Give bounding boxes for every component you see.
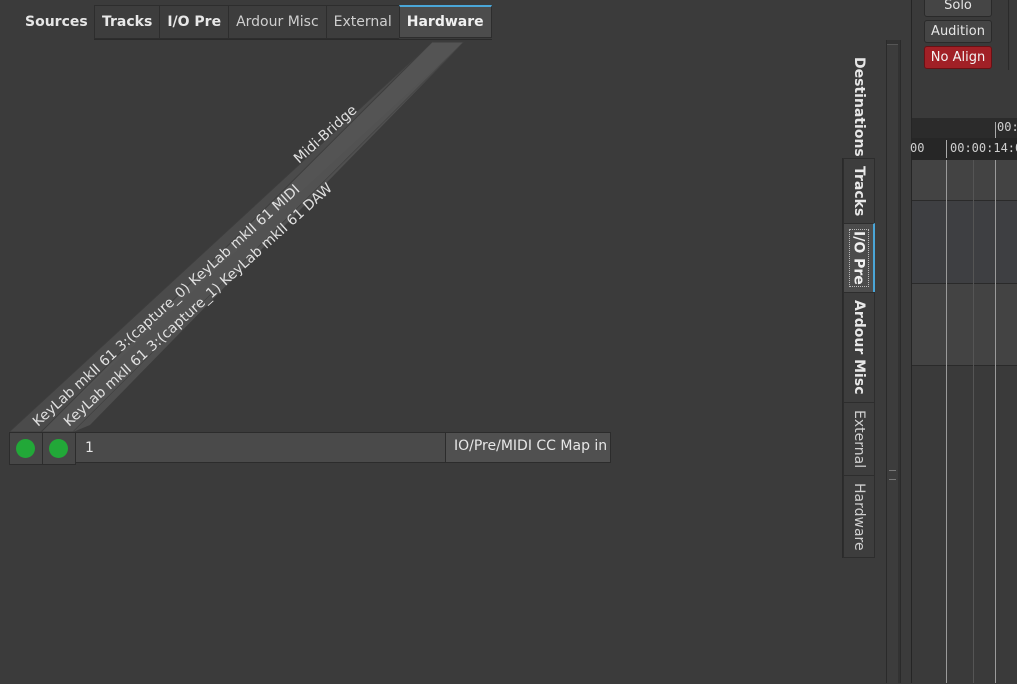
matrix-cell-0[interactable] (9, 432, 43, 465)
right-toolbar-edge (1008, 0, 1017, 70)
audition-button[interactable]: Audition (924, 20, 992, 43)
dest-tab-tracks[interactable]: Tracks (843, 158, 875, 224)
ruler-tick (995, 122, 996, 138)
dest-tab-hardware[interactable]: Hardware (843, 474, 875, 559)
track-lane[interactable] (912, 201, 1017, 283)
port-label-capture-1: KeyLab mkII 61 3:(capture_1) KeyLab mkII… (61, 180, 336, 430)
row-number: 1 (75, 432, 446, 463)
lane-divider (912, 365, 1017, 366)
dest-tab-io-pre[interactable]: I/O Pre (843, 223, 875, 293)
dest-tab-hardware-label: Hardware (851, 482, 867, 551)
row-port-name[interactable]: IO/Pre/MIDI CC Map in (445, 432, 611, 463)
dest-tab-ardour-misc-label: Ardour Misc (851, 300, 867, 395)
matrix-row: 1 IO/Pre/MIDI CC Map in (9, 432, 611, 465)
source-tab-ardour-misc[interactable]: Ardour Misc (228, 5, 326, 39)
connection-dot (49, 439, 68, 458)
port-label-capture-0: KeyLab mkII 61 3:(capture_0) KeyLab mkII… (30, 182, 303, 430)
scrollbar-thumb[interactable] (887, 44, 898, 684)
timecode-label: 00:00:14:00 (950, 141, 1017, 155)
source-tab-tracks[interactable]: Tracks (94, 5, 160, 39)
destinations-label: Destinations (851, 57, 867, 157)
port-column-headers: KeyLab mkII 61 3:(capture_0) KeyLab mkII… (7, 41, 466, 433)
grid-line (946, 160, 947, 683)
matrix-cell-1[interactable] (42, 432, 76, 465)
dest-tab-ardour-misc[interactable]: Ardour Misc (843, 292, 875, 402)
solo-button[interactable]: Solo (924, 0, 992, 17)
lane-divider (912, 200, 1017, 201)
lane-divider (912, 283, 1017, 284)
timecode-label: 00 (910, 141, 925, 155)
dest-tab-external-label: External (851, 409, 867, 468)
dest-tab-tracks-label: Tracks (851, 166, 867, 217)
track-lane[interactable] (912, 160, 1017, 200)
source-tab-external[interactable]: External (325, 5, 399, 39)
source-tab-io-pre[interactable]: I/O Pre (159, 5, 229, 39)
timecode-label: 00:0 (997, 120, 1017, 134)
grid-line (973, 160, 974, 683)
ruler-tick (946, 140, 947, 158)
source-tab-hardware[interactable]: Hardware (398, 5, 492, 38)
track-lane[interactable] (912, 284, 1017, 365)
dest-tab-io-pre-label: I/O Pre (848, 229, 869, 288)
sources-label: Sources (25, 14, 88, 30)
sources-tab-bar: Tracks I/O Pre Ardour Misc External Hard… (94, 5, 492, 40)
destinations-label-wrap: Destinations (851, 57, 875, 157)
destinations-tab-bar: Tracks I/O Pre Ardour Misc External Hard… (842, 158, 876, 559)
pane-grip-icon[interactable] (889, 470, 896, 480)
dest-tab-external[interactable]: External (843, 401, 875, 475)
no-align-button[interactable]: No Align (924, 46, 992, 69)
grid-line (995, 160, 996, 683)
connection-dot (16, 439, 35, 458)
